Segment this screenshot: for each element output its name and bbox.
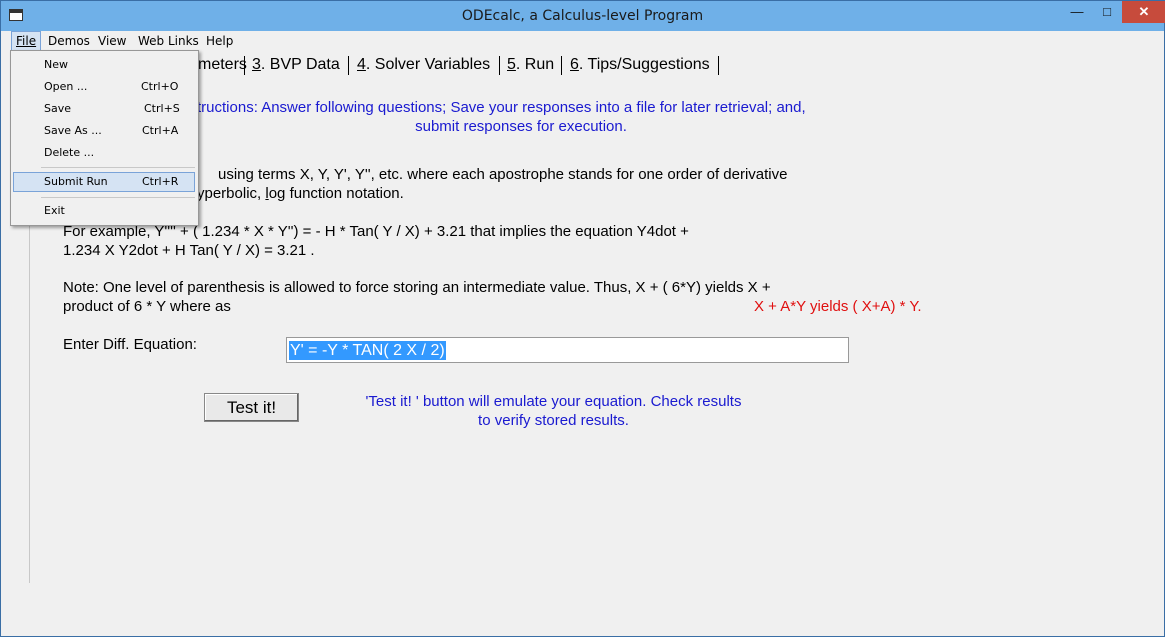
menu-separator <box>41 197 195 198</box>
tab-separator <box>348 56 349 75</box>
maximize-button[interactable]: □ <box>1092 1 1122 23</box>
example-line-2: 1.234 X Y2dot + H Tan( Y / X) = 3.21 . <box>63 242 315 259</box>
menu-web-links[interactable]: Web Links <box>134 31 203 51</box>
menu-view[interactable]: View <box>94 31 130 51</box>
tab-separator <box>718 56 719 75</box>
close-button[interactable]: ✕ <box>1122 1 1165 23</box>
note-line-2: product of 6 * Y where as <box>63 298 231 315</box>
tab-tips-suggestions[interactable]: 6. Tips/Suggestions <box>570 54 710 76</box>
instructions-line-1: tructions: Answer following questions; S… <box>197 99 806 116</box>
instructions-line-2: submit responses for execution. <box>415 118 627 135</box>
menu-demos[interactable]: Demos <box>44 31 94 51</box>
file-menu-new[interactable]: New <box>13 55 195 75</box>
file-menu-submit-run[interactable]: Submit Run Ctrl+R <box>13 172 195 192</box>
file-menu-open[interactable]: Open ... Ctrl+O <box>13 77 195 97</box>
equation-input-value: Y' = -Y * TAN( 2 X / 2) <box>289 341 446 360</box>
tab-separator <box>244 56 245 75</box>
tab-run[interactable]: 5. Run <box>507 54 554 76</box>
note-line-1: Note: One level of parenthesis is allowe… <box>63 279 771 296</box>
equation-label: Enter Diff. Equation: <box>63 336 197 353</box>
test-note-line-2: to verify stored results. <box>478 412 629 429</box>
equation-input[interactable]: Y' = -Y * TAN( 2 X / 2) <box>286 337 849 363</box>
app-window: ODEcalc, a Calculus-level Program — □ ✕ … <box>0 0 1165 637</box>
file-menu-dropdown: New Open ... Ctrl+O Save Ctrl+S Save As ..… <box>10 50 199 226</box>
test-it-button[interactable]: Test it! <box>204 393 299 422</box>
tab-separator <box>499 56 500 75</box>
menu-bar: File Demos View Web Links Help <box>1 31 1164 51</box>
note-red-text: X + A*Y yields ( X+A) * Y. <box>754 298 922 315</box>
file-menu-save[interactable]: Save Ctrl+S <box>13 99 195 119</box>
test-note-line-1: 'Test it! ' button will emulate your equ… <box>365 393 742 410</box>
tab-parameters[interactable]: meters <box>198 54 247 76</box>
tab-solver-variables[interactable]: 4. Solver Variables <box>357 54 490 76</box>
tab-separator <box>561 56 562 75</box>
menu-help[interactable]: Help <box>202 31 237 51</box>
minimize-button[interactable]: — <box>1062 1 1092 23</box>
file-menu-delete[interactable]: Delete ... <box>13 143 195 163</box>
tab-bvp-data[interactable]: 3. BVP Data <box>252 54 340 76</box>
menu-separator <box>41 167 195 168</box>
window-title: ODEcalc, a Calculus-level Program <box>461 8 704 24</box>
terms-line-2: yperbolic, log function notation. <box>197 185 404 202</box>
terms-line-1: using terms X, Y, Y', Y'', etc. where ea… <box>218 166 788 183</box>
file-menu-save-as[interactable]: Save As ... Ctrl+A <box>13 121 195 141</box>
menu-file[interactable]: File <box>11 31 42 51</box>
file-menu-exit[interactable]: Exit <box>13 201 195 221</box>
title-bar[interactable]: ODEcalc, a Calculus-level Program — □ ✕ <box>1 1 1165 31</box>
